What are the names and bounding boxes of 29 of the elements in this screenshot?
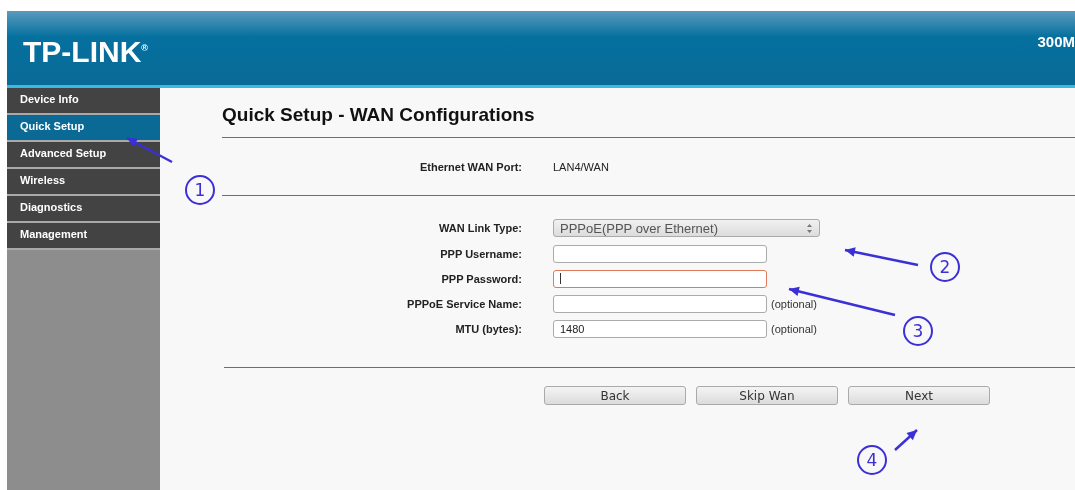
port-value: LAN4/WAN	[553, 160, 609, 173]
input-field[interactable]	[553, 244, 767, 263]
input-field[interactable]	[553, 269, 767, 288]
field-label: PPP Password:	[440, 272, 522, 285]
sidebar-item[interactable]: Diagnostics	[7, 196, 160, 223]
sidebar-item[interactable]: Quick Setup	[7, 115, 160, 142]
optional-note: (optional)	[771, 322, 817, 335]
field-label: Ethernet WAN Port:	[418, 160, 522, 173]
input-field[interactable]	[553, 294, 767, 313]
logo: TP-LINK$^{®}$	[23, 35, 148, 69]
optional-note: (optional)	[771, 297, 817, 310]
annotation-arrow	[894, 429, 918, 451]
annotation-arrow	[126, 136, 173, 164]
form-button[interactable]: Back	[544, 386, 686, 405]
model-label: 300M	[1037, 32, 1075, 50]
input-field[interactable]: 1480	[553, 319, 767, 338]
sidebar-item[interactable]: Management	[7, 223, 160, 250]
form-button[interactable]: Skip Wan	[696, 386, 838, 405]
field-label: PPPoE Service Name:	[406, 297, 522, 310]
field-label: PPP Username:	[439, 247, 522, 260]
spinner-icon	[806, 222, 813, 234]
field-label: MTU (bytes):	[454, 322, 522, 335]
link-type-select[interactable]: PPPoE(PPP over Ethernet)	[553, 219, 820, 237]
form-button[interactable]: Next	[848, 386, 990, 405]
sidebar-item[interactable]: Advanced Setup	[7, 142, 160, 169]
sidebar-item[interactable]: Device Info	[7, 88, 160, 115]
sidebar-item[interactable]: Wireless	[7, 169, 160, 196]
page-title: Quick Setup - WAN Configurations	[222, 103, 536, 127]
field-label: WAN Link Type:	[438, 222, 522, 234]
